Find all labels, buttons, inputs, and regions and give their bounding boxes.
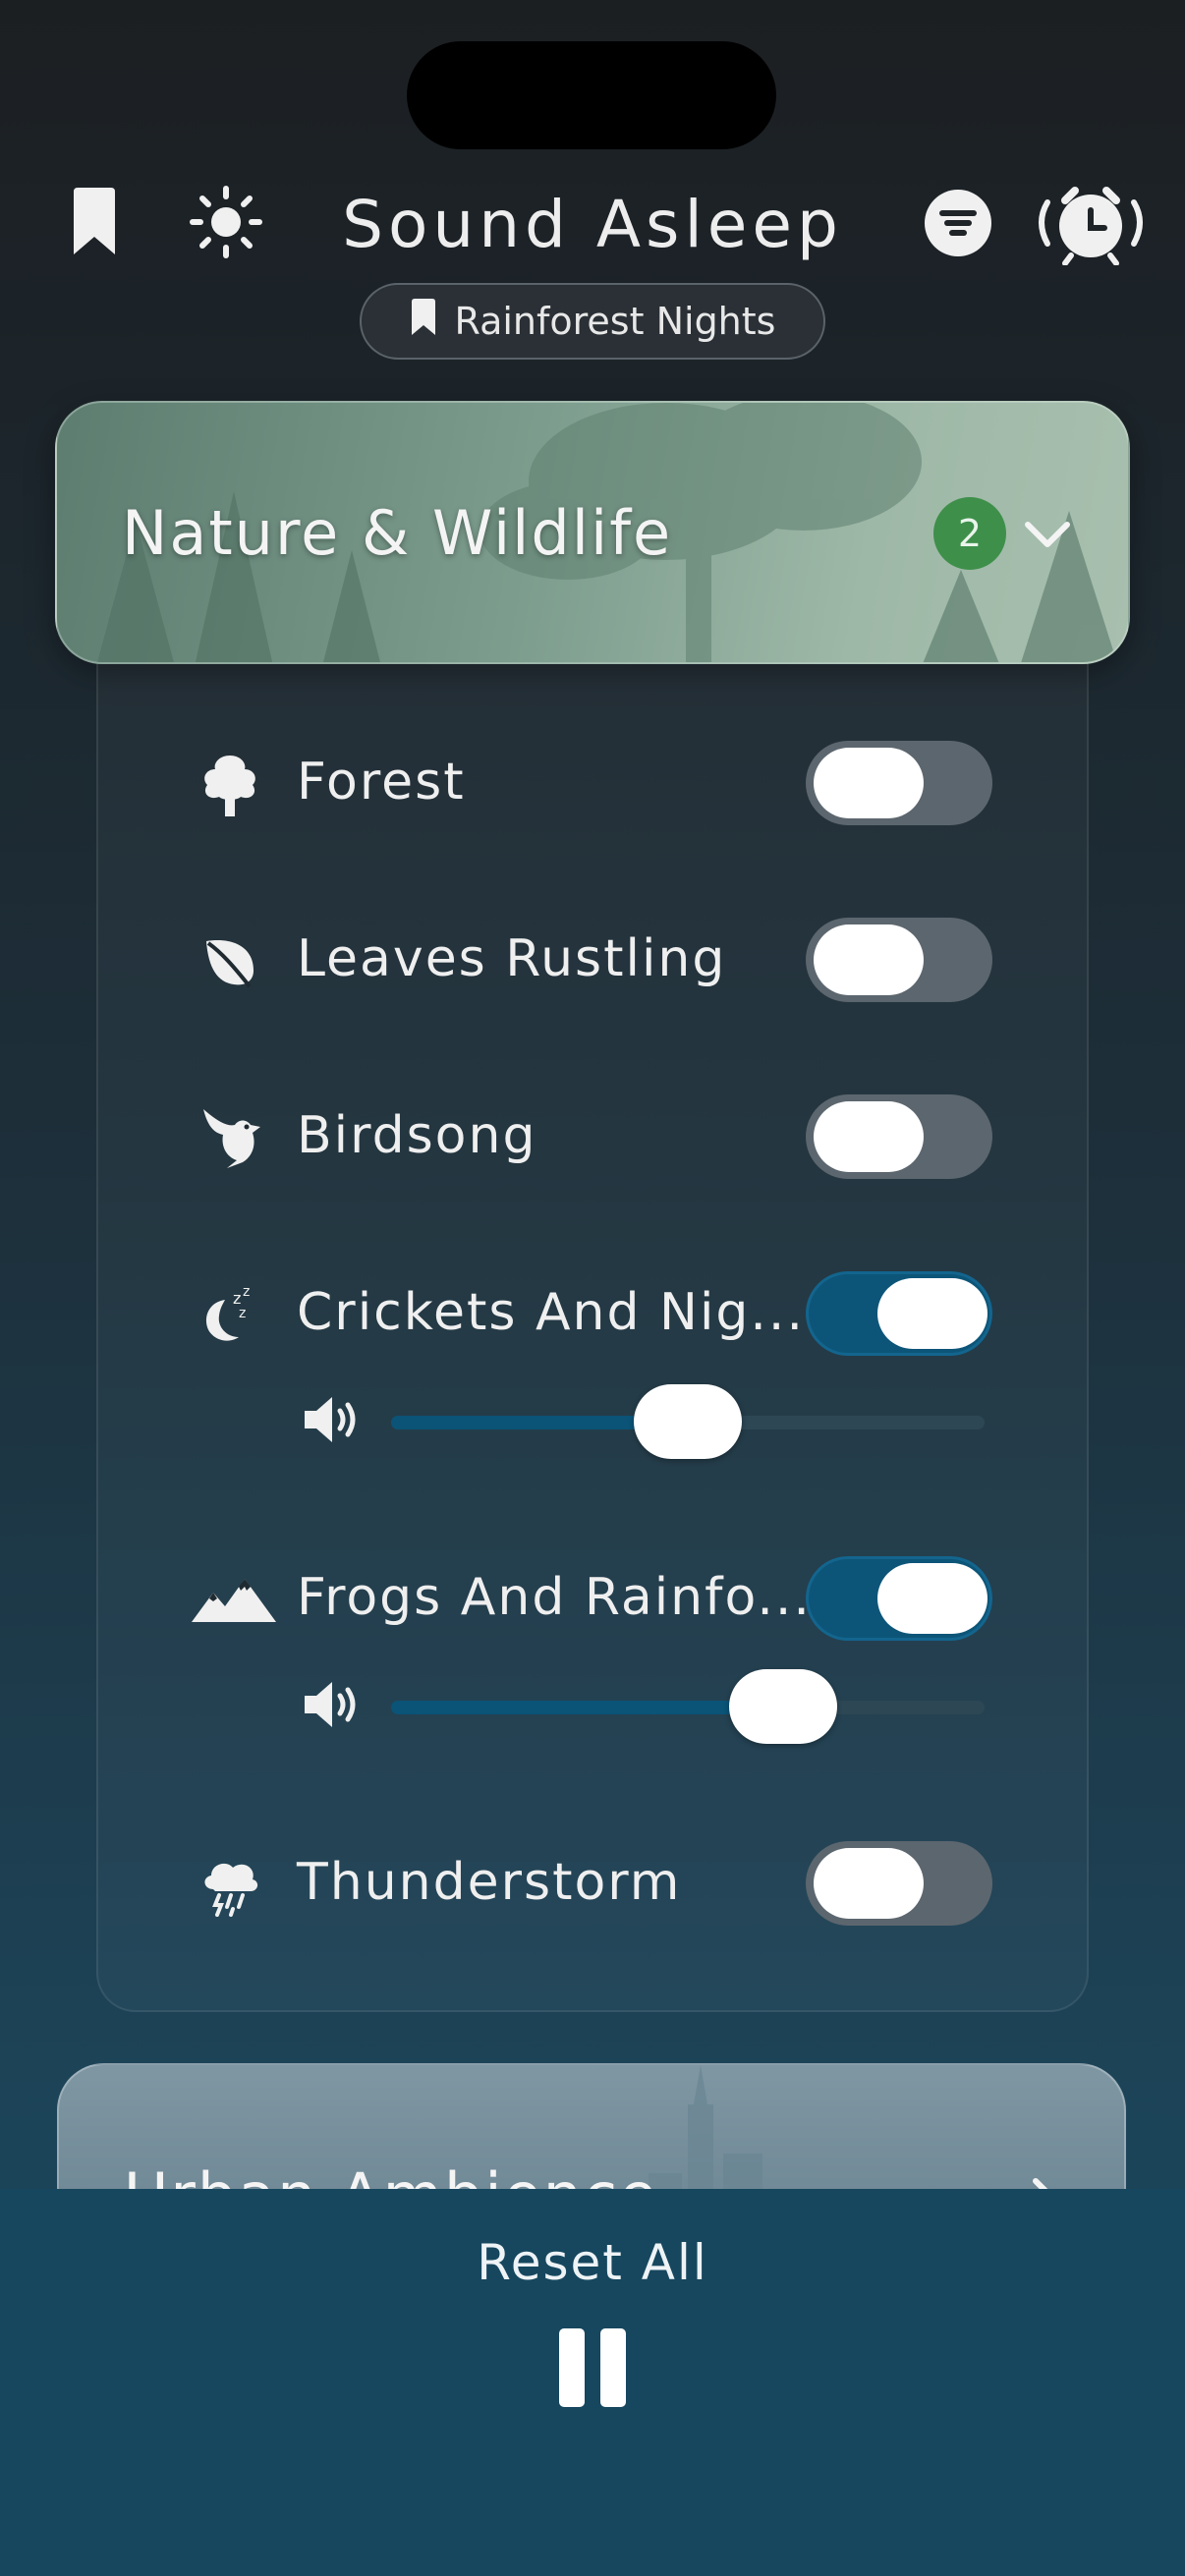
app-title: Sound Asleep bbox=[342, 187, 843, 262]
sound-label: Frogs And Rainfo... bbox=[297, 1568, 812, 1627]
volume-row bbox=[98, 1666, 1087, 1745]
frogs-volume-slider[interactable] bbox=[391, 1669, 985, 1744]
filter-icon[interactable] bbox=[922, 187, 994, 259]
sound-label: Thunderstorm bbox=[297, 1853, 682, 1912]
bookmark-icon[interactable] bbox=[67, 185, 122, 259]
svg-text:z: z bbox=[239, 1306, 246, 1321]
birdsong-toggle[interactable] bbox=[806, 1094, 992, 1179]
bottom-playback-bar: Reset All bbox=[0, 2189, 1185, 2576]
pause-icon bbox=[600, 2328, 626, 2407]
list-item: Frogs And Rainfo... bbox=[98, 1554, 1087, 1643]
storm-cloud-icon bbox=[195, 1849, 265, 1920]
sound-list-panel: Forest Leaves Rustling Birdsong z z z Cr… bbox=[96, 664, 1089, 2012]
list-item: Leaves Rustling bbox=[98, 916, 1087, 1004]
active-count-badge: 2 bbox=[933, 497, 1006, 570]
sound-label: Leaves Rustling bbox=[297, 929, 727, 988]
list-item: Forest bbox=[98, 739, 1087, 827]
volume-row bbox=[98, 1381, 1087, 1460]
list-item: Birdsong bbox=[98, 1092, 1087, 1181]
tree-icon bbox=[195, 749, 265, 819]
toggle-knob bbox=[814, 1848, 924, 1919]
moon-sleep-icon: z z z bbox=[195, 1279, 265, 1350]
toggle-knob bbox=[877, 1278, 988, 1349]
slider-fill bbox=[391, 1701, 783, 1714]
crickets-toggle[interactable] bbox=[806, 1271, 992, 1356]
reset-all-button[interactable]: Reset All bbox=[445, 2228, 740, 2297]
dynamic-island bbox=[407, 41, 776, 149]
svg-text:z: z bbox=[243, 1284, 250, 1300]
leaf-icon bbox=[195, 925, 265, 996]
forest-toggle[interactable] bbox=[806, 741, 992, 825]
sound-label: Forest bbox=[297, 753, 466, 812]
mountains-icon bbox=[189, 1564, 279, 1635]
brightness-icon[interactable] bbox=[187, 185, 265, 259]
list-item: Thunderstorm bbox=[98, 1839, 1087, 1928]
thunderstorm-toggle[interactable] bbox=[806, 1841, 992, 1926]
crickets-volume-slider[interactable] bbox=[391, 1384, 985, 1459]
category-title: Nature & Wildlife bbox=[122, 497, 673, 569]
alarm-clock-icon[interactable] bbox=[1030, 183, 1152, 265]
speaker-volume-icon bbox=[301, 1678, 362, 1735]
chevron-down-icon[interactable] bbox=[1020, 507, 1075, 566]
slider-knob[interactable] bbox=[728, 1669, 837, 1744]
toggle-knob bbox=[877, 1563, 988, 1634]
slider-knob[interactable] bbox=[634, 1384, 742, 1459]
sound-label: Birdsong bbox=[297, 1106, 537, 1165]
sound-label: Crickets And Nig... bbox=[297, 1283, 805, 1342]
leaves-rustling-toggle[interactable] bbox=[806, 918, 992, 1002]
toggle-knob bbox=[814, 924, 924, 995]
category-header-nature-wildlife[interactable]: Nature & Wildlife 2 bbox=[55, 401, 1130, 664]
pause-button[interactable] bbox=[553, 2328, 632, 2417]
list-item: z z z Crickets And Nig... bbox=[98, 1269, 1087, 1358]
toggle-knob bbox=[814, 748, 924, 818]
pause-icon bbox=[559, 2328, 585, 2407]
active-preset-label: Rainforest Nights bbox=[454, 300, 776, 343]
frogs-rainforest-toggle[interactable] bbox=[806, 1556, 992, 1641]
speaker-volume-icon bbox=[301, 1393, 362, 1450]
toggle-knob bbox=[814, 1101, 924, 1172]
bookmark-icon bbox=[410, 298, 437, 346]
bird-icon bbox=[195, 1102, 265, 1173]
active-preset-pill[interactable]: Rainforest Nights bbox=[360, 283, 825, 360]
